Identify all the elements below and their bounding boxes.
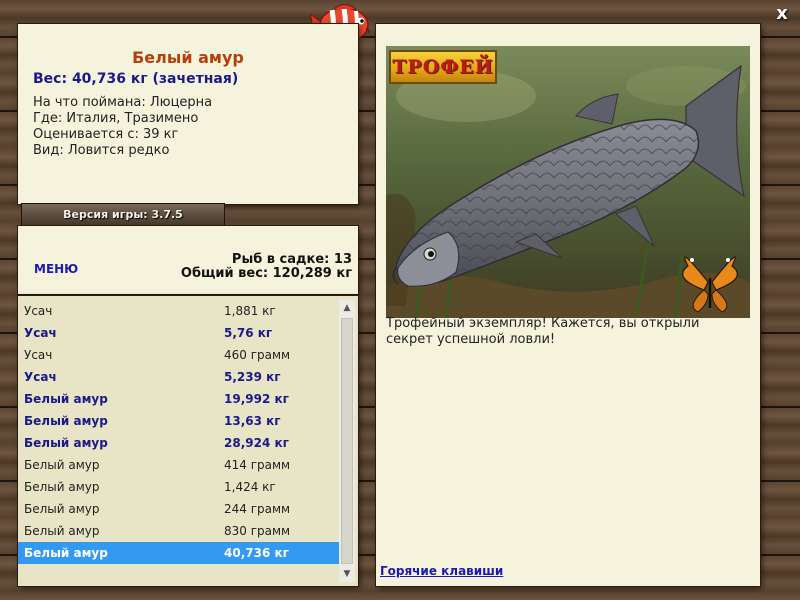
fish-weight: Вес: 40,736 кг (зачетная)	[33, 71, 239, 87]
catch-fish-name: Белый амур	[24, 392, 108, 406]
catch-fish-name: Белый амур	[24, 436, 108, 450]
catch-fish-name: Белый амур	[24, 458, 100, 472]
catch-list-item[interactable]: Усач 5,76 кг	[18, 322, 340, 344]
menu-button[interactable]: МЕНЮ	[34, 262, 78, 276]
fish-count: Рыб в садке: 13	[231, 252, 352, 267]
catch-fish-weight: 19,992 кг	[224, 392, 289, 406]
catch-fish-name: Усач	[24, 370, 57, 384]
trophy-badge: ТРОФЕЙ	[389, 50, 497, 84]
trophy-description: Трофейный экземпляр! Кажется, вы открыли…	[386, 316, 700, 347]
catch-list-item[interactable]: Белый амур 28,924 кг	[18, 432, 340, 454]
catch-fish-name: Белый амур	[24, 524, 100, 538]
catch-fish-name: Белый амур	[24, 414, 108, 428]
catch-list-item[interactable]: Усач 460 грамм	[18, 344, 340, 366]
hotkeys-link[interactable]: Горячие клавиши	[380, 564, 503, 578]
catch-list-item[interactable]: Усач 5,239 кг	[18, 366, 340, 388]
trophy-panel: ТРОФЕЙ Трофейный экземпляр! Кажется, вы …	[376, 24, 760, 586]
catch-list-item[interactable]: Белый амур 414 грамм	[18, 454, 340, 476]
catch-fish-weight: 460 грамм	[224, 348, 291, 362]
game-version-label: Версия игры: 3.7.5	[22, 204, 224, 226]
catch-fish-name: Усач	[24, 304, 53, 318]
fish-info-panel: Белый амур Вес: 40,736 кг (зачетная) На …	[18, 24, 358, 204]
catch-list-scrollbar[interactable]: ▲ ▼	[339, 300, 355, 582]
catch-fish-weight: 244 грамм	[224, 502, 291, 516]
keepnet-stats-panel: МЕНЮ Рыб в садке: 13 Общий вес: 120,289 …	[18, 226, 358, 294]
catch-fish-name: Усач	[24, 326, 57, 340]
catch-list: Усач 1,881 кг Усач 5,76 кг Усач 460 грамм Усач…	[18, 300, 340, 584]
scroll-thumb[interactable]	[341, 318, 353, 564]
catch-list-item[interactable]: Усач 1,881 кг	[18, 300, 340, 322]
catch-fish-weight: 40,736 кг	[224, 546, 289, 560]
catch-fish-weight: 414 грамм	[224, 458, 291, 472]
catch-fish-name: Усач	[24, 348, 53, 362]
scroll-down-button[interactable]: ▼	[339, 566, 355, 582]
catch-list-item[interactable]: Белый амур 1,424 кг	[18, 476, 340, 498]
catch-fish-name: Белый амур	[24, 502, 100, 516]
fish-kind: Вид: Ловится редко	[33, 143, 170, 158]
catch-fish-weight: 5,239 кг	[224, 370, 281, 384]
catch-fish-weight: 28,924 кг	[224, 436, 289, 450]
close-icon: x	[776, 3, 788, 24]
catch-fish-name: Белый амур	[24, 546, 108, 560]
catch-list-item[interactable]: Белый амур 13,63 кг	[18, 410, 340, 432]
trophy-fish-image: ТРОФЕЙ	[386, 46, 750, 318]
catch-list-item[interactable]: Белый амур 19,992 кг	[18, 388, 340, 410]
scroll-up-button[interactable]: ▲	[339, 300, 355, 316]
fish-name-title: Белый амур	[132, 48, 244, 67]
catch-fish-weight: 5,76 кг	[224, 326, 273, 340]
close-button[interactable]: x	[772, 4, 792, 24]
catch-list-item[interactable]: Белый амур 244 грамм	[18, 498, 340, 520]
fish-location: Где: Италия, Тразимено	[33, 111, 199, 126]
catch-fish-weight: 1,881 кг	[224, 304, 276, 318]
catch-fish-weight: 13,63 кг	[224, 414, 281, 428]
total-weight: Общий вес: 120,289 кг	[180, 266, 352, 281]
catch-list-panel: Усач 1,881 кг Усач 5,76 кг Усач 460 грамм Усач…	[18, 296, 358, 586]
fish-bait: На что поймана: Люцерна	[33, 95, 213, 110]
fish-rated-from: Оценивается с: 39 кг	[33, 127, 179, 142]
catch-list-item[interactable]: Белый амур 40,736 кг	[18, 542, 340, 564]
catch-fish-weight: 830 грамм	[224, 524, 291, 538]
catch-fish-weight: 1,424 кг	[224, 480, 276, 494]
catch-list-item[interactable]: Белый амур 830 грамм	[18, 520, 340, 542]
catch-fish-name: Белый амур	[24, 480, 100, 494]
